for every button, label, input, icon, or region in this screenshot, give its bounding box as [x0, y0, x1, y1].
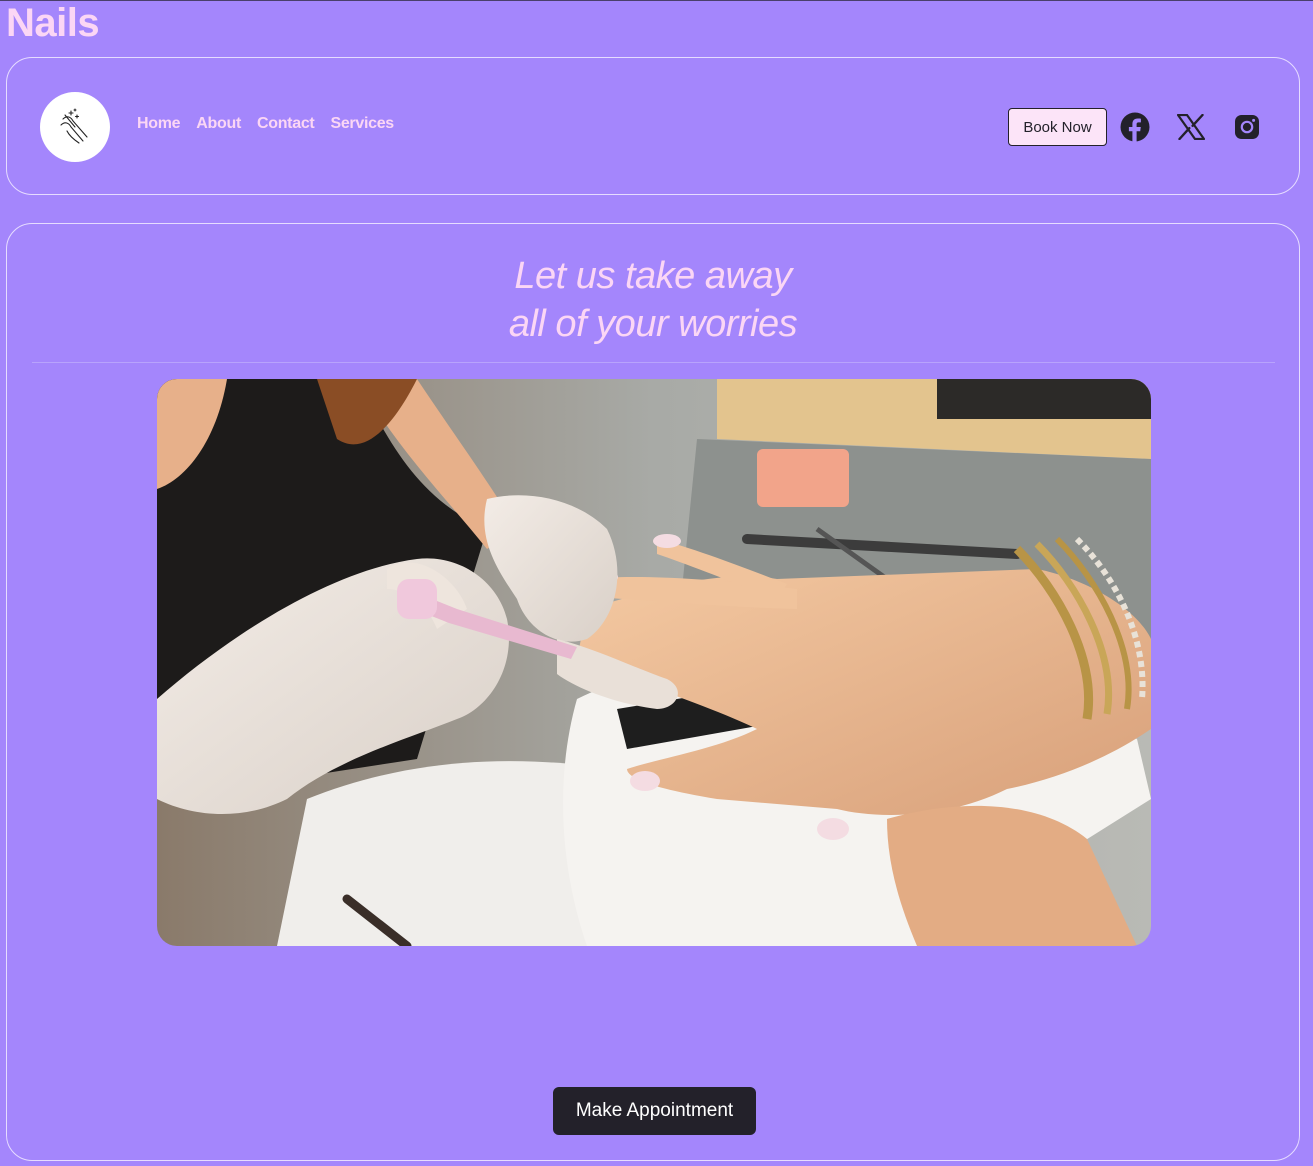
tagline-line-1: Let us take away: [514, 255, 792, 297]
instagram-icon: [1235, 115, 1259, 139]
instagram-link[interactable]: [1231, 111, 1263, 143]
facebook-link[interactable]: [1119, 111, 1151, 143]
manicure-photo: [157, 379, 1151, 946]
nav-link-home[interactable]: Home: [137, 115, 181, 133]
hero-section: Let us take away all of your worries Mak…: [6, 223, 1300, 1161]
facebook-icon: [1120, 112, 1150, 142]
nav-link-contact[interactable]: Contact: [257, 115, 315, 133]
x-link[interactable]: [1175, 111, 1207, 143]
nail-logo-icon: [60, 108, 88, 144]
logo[interactable]: [40, 92, 110, 162]
make-appointment-button[interactable]: Make Appointment: [553, 1087, 756, 1135]
navbar: Home About Contact Services Book Now: [6, 57, 1300, 195]
divider: [32, 362, 1275, 363]
hero-tagline: Let us take away all of your worries: [7, 252, 1299, 348]
tagline-line-2: all of your worries: [508, 303, 798, 345]
book-now-button[interactable]: Book Now: [1008, 108, 1107, 146]
x-icon: [1177, 114, 1205, 140]
site-title: Nails: [6, 1, 100, 45]
nav-link-about[interactable]: About: [196, 115, 241, 133]
nav-link-services[interactable]: Services: [330, 115, 394, 133]
nav-links: Home About Contact Services: [137, 115, 394, 133]
